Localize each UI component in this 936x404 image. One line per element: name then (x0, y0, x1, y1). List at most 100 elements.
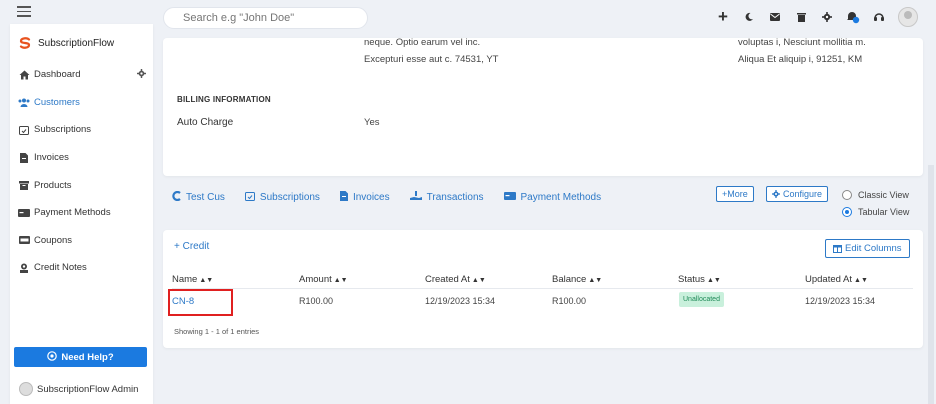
configure-button[interactable]: Configure (766, 186, 829, 202)
sidebar-item-label: Dashboard (34, 69, 81, 81)
calendar-check-icon (244, 191, 255, 204)
sort-icon: ▲▼ (854, 277, 868, 284)
hand-money-icon (409, 191, 422, 204)
column-header-name[interactable]: Name ▲▼ (172, 274, 213, 285)
address-line: voluptas i, Nesciunt mollitia m. (738, 37, 866, 48)
more-button[interactable]: +More (716, 186, 754, 202)
tabular-view-option[interactable]: Tabular View (842, 207, 909, 217)
home-icon (18, 70, 30, 80)
sidebar-item-products[interactable]: Products (18, 171, 146, 199)
classic-view-label: Classic View (858, 190, 909, 200)
address-line: neque. Optio earum vel inc. (364, 37, 481, 48)
amount-cell: R100.00 (299, 296, 334, 306)
sidebar-item-label: Credit Notes (34, 262, 87, 274)
customer-c-icon (172, 190, 181, 204)
tab-invoices[interactable]: Invoices (339, 191, 390, 204)
moon-icon[interactable] (736, 12, 762, 22)
column-header-updated-at[interactable]: Updated At ▲▼ (805, 274, 868, 285)
sidebar-item-invoices[interactable]: Invoices (18, 144, 146, 172)
sidebar-item-label: Invoices (34, 152, 69, 164)
column-header-status[interactable]: Status ▲▼ (678, 274, 721, 285)
headset-icon[interactable] (866, 11, 892, 23)
sidebar-item-coupons[interactable]: Coupons (18, 227, 146, 255)
plus-icon[interactable]: + (710, 7, 736, 27)
billing-information-heading: BILLING INFORMATION (177, 95, 271, 104)
sort-icon: ▲▼ (706, 277, 721, 284)
sidebar-item-credit-notes[interactable]: Credit Notes (18, 254, 146, 282)
tabular-view-radio[interactable] (842, 207, 852, 217)
tab-subscriptions[interactable]: Subscriptions (244, 191, 320, 204)
receipt-icon (18, 263, 30, 273)
brand[interactable]: SubscriptionFlow (19, 37, 114, 49)
need-help-button[interactable]: Need Help? (14, 347, 147, 367)
balance-cell: R100.00 (552, 296, 587, 306)
created-at-cell: 12/19/2023 15:34 (425, 296, 496, 306)
bell-icon[interactable] (840, 11, 866, 24)
gear-icon (772, 190, 780, 198)
hamburger-icon[interactable] (17, 6, 31, 17)
tab-test-cus[interactable]: Test Cus (172, 190, 225, 204)
tab-payment-methods[interactable]: Payment Methods (503, 192, 601, 203)
trash-icon[interactable] (788, 12, 814, 22)
billing-address: neque. Optio earum vel inc. Excepturi es… (364, 34, 498, 68)
sort-icon: ▲▼ (333, 277, 348, 284)
column-label: Name (172, 274, 198, 285)
gear-icon[interactable] (814, 12, 840, 22)
edit-columns-button[interactable]: Edit Columns (825, 239, 910, 258)
address-line: Aliqua Et aliquip i, 91251, KM (738, 54, 863, 65)
column-label: Created At (425, 274, 470, 285)
mail-icon[interactable] (762, 13, 788, 21)
help-icon (47, 350, 58, 364)
column-label: Balance (552, 274, 587, 285)
classic-view-radio[interactable] (842, 190, 852, 200)
page-scrollbar[interactable] (928, 165, 934, 404)
sidebar-item-customers[interactable]: Customers (18, 89, 146, 117)
need-help-label: Need Help? (61, 351, 114, 363)
sidebar-item-payment-methods[interactable]: Payment Methods (18, 199, 146, 227)
users-icon (18, 97, 30, 107)
table-divider (172, 288, 913, 289)
credit-card-icon (503, 192, 516, 203)
sidebar-nav: Dashboard Customers Subscriptions Invoic… (18, 61, 146, 282)
auto-charge-value: Yes (364, 117, 380, 128)
admin-name: SubscriptionFlow Admin (37, 383, 139, 395)
pagination-info: Showing 1 - 1 of 1 entries (174, 327, 260, 336)
sort-icon: ▲▼ (588, 277, 603, 284)
tab-transactions[interactable]: Transactions (409, 191, 484, 204)
avatar[interactable] (898, 7, 918, 27)
updated-at-cell: 12/19/2023 15:34 (805, 296, 876, 306)
columns-icon (833, 244, 842, 253)
column-header-balance[interactable]: Balance ▲▼ (552, 274, 602, 285)
gear-icon[interactable] (137, 69, 146, 81)
brand-name: SubscriptionFlow (38, 37, 115, 49)
sidebar-item-dashboard[interactable]: Dashboard (18, 61, 146, 89)
ticket-icon (18, 235, 30, 245)
credit-card-icon (18, 208, 30, 218)
configure-label: Configure (783, 189, 823, 199)
column-label: Amount (299, 274, 332, 285)
tab-label: Subscriptions (259, 192, 320, 203)
status-badge: Unallocated (679, 292, 724, 307)
customer-details-card: neque. Optio earum vel inc. Excepturi es… (163, 37, 923, 176)
customer-tabs: Test Cus Subscriptions Invoices Transact… (172, 190, 621, 204)
column-header-created-at[interactable]: Created At ▲▼ (425, 274, 486, 285)
column-label: Updated At (805, 274, 853, 285)
add-credit-link[interactable]: + Credit (174, 241, 209, 252)
sidebar-item-label: Subscriptions (34, 124, 92, 136)
credit-notes-card: + Credit Edit Columns Name ▲▼ Amount ▲▼ Cr… (163, 230, 923, 348)
sidebar-item-label: Coupons (34, 234, 73, 246)
tab-label: Invoices (352, 192, 390, 203)
avatar (19, 382, 33, 396)
classic-view-option[interactable]: Classic View (842, 190, 909, 200)
tab-label: Test Cus (186, 192, 225, 203)
sidebar-item-label: Payment Methods (34, 207, 111, 219)
admin-profile[interactable]: SubscriptionFlow Admin (19, 382, 138, 396)
sort-icon: ▲▼ (199, 277, 214, 284)
credit-note-link[interactable]: CN-8 (168, 289, 233, 316)
column-header-amount[interactable]: Amount ▲▼ (299, 274, 348, 285)
sidebar-item-subscriptions[interactable]: Subscriptions (18, 116, 146, 144)
top-icons: + (710, 6, 918, 28)
tabular-view-label: Tabular View (858, 207, 910, 217)
search-input[interactable] (163, 7, 368, 29)
box-icon (18, 180, 30, 190)
